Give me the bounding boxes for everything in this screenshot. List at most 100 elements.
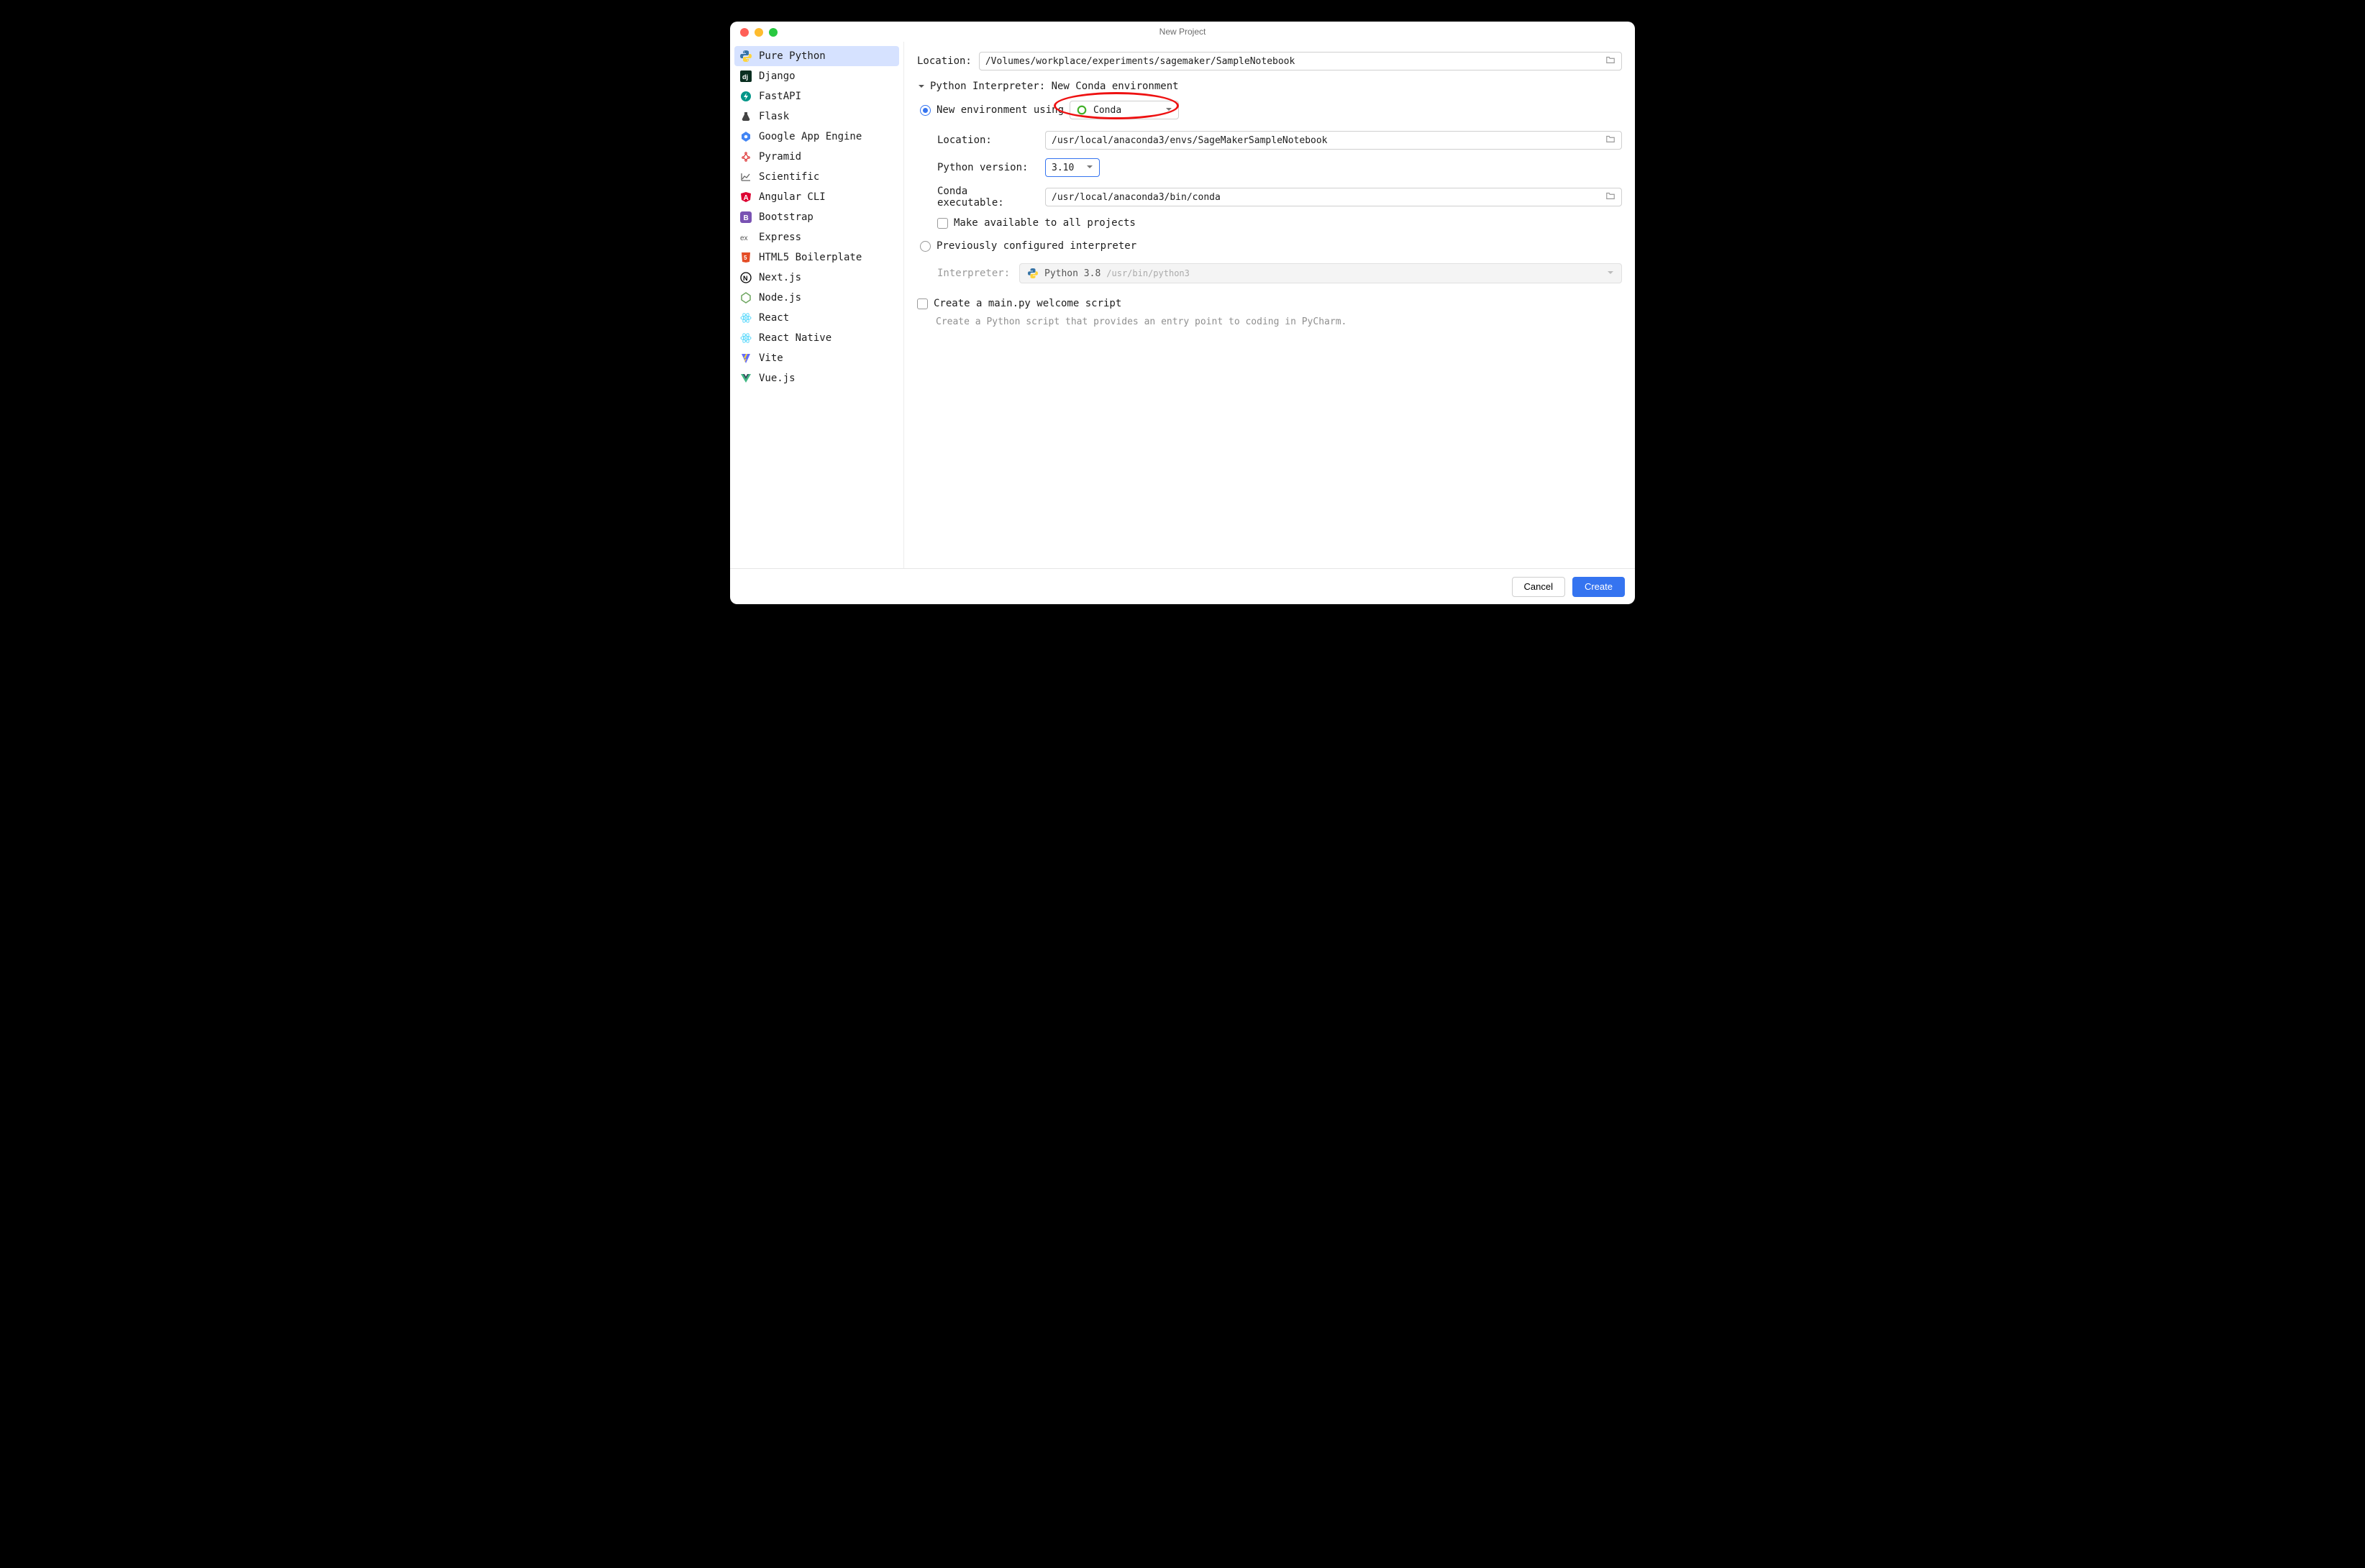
sidebar-item-flask[interactable]: Flask [734, 106, 899, 127]
dialog-title: New Project [730, 22, 1635, 42]
sidebar-item-label: Flask [759, 111, 789, 122]
create-label: Create [1585, 581, 1613, 592]
sidebar-item-react-native[interactable]: React Native [734, 328, 899, 348]
env-tool-value: Conda [1093, 105, 1121, 116]
sidebar-item-label: Scientific [759, 171, 819, 183]
interpreter-path: /usr/bin/python3 [1106, 268, 1190, 278]
interpreter-name: Python 3.8 [1044, 268, 1101, 279]
svg-text:B: B [744, 214, 749, 222]
sidebar-item-label: Express [759, 232, 801, 243]
dialog-footer: Cancel Create [730, 568, 1635, 604]
react-icon [740, 312, 752, 324]
window-controls [740, 28, 778, 37]
sidebar-item-vite[interactable]: Vite [734, 348, 899, 368]
vuejs-icon [740, 373, 752, 384]
svg-text:ex: ex [740, 234, 748, 242]
sidebar-item-react[interactable]: React [734, 308, 899, 328]
sidebar-item-pyramid[interactable]: Pyramid [734, 147, 899, 167]
flask-icon [740, 111, 752, 122]
form-panel: Location: /Volumes/workplace/experiments… [904, 42, 1635, 568]
sidebar-item-label: React Native [759, 332, 831, 344]
env-location-value: /usr/local/anaconda3/envs/SageMakerSampl… [1052, 135, 1328, 146]
sidebar-item-fastapi[interactable]: FastAPI [734, 86, 899, 106]
nextjs-icon: N [740, 272, 752, 283]
python-icon [1027, 268, 1039, 279]
radio-previously-configured[interactable] [920, 241, 931, 252]
create-button[interactable]: Create [1572, 577, 1625, 597]
sidebar-item-label: HTML5 Boilerplate [759, 252, 862, 263]
pyramid-icon [740, 151, 752, 163]
location-label: Location: [917, 55, 972, 67]
checkbox-create-main[interactable] [917, 298, 928, 309]
sidebar-item-pure-python[interactable]: Pure Python [734, 46, 899, 66]
svg-text:N: N [743, 275, 748, 282]
browse-folder-icon[interactable] [1605, 191, 1616, 204]
sidebar-item-scientific[interactable]: Scientific [734, 167, 899, 187]
prev-config-label: Previously configured interpreter [937, 240, 1136, 252]
create-main-label: Create a main.py welcome script [934, 298, 1121, 309]
sidebar-item-label: Node.js [759, 292, 801, 304]
dialog-body: Pure Python dj Django FastAPI Flask [730, 42, 1635, 568]
window-minimize-icon[interactable] [755, 28, 763, 37]
sidebar-item-label: Next.js [759, 272, 801, 283]
python-version-dropdown[interactable]: 3.10 [1045, 158, 1100, 177]
conda-icon [1076, 104, 1088, 116]
titlebar: New Project [730, 22, 1635, 42]
angular-icon: A [740, 191, 752, 203]
checkbox-make-available[interactable] [937, 218, 948, 229]
cancel-button[interactable]: Cancel [1512, 577, 1565, 597]
nodejs-icon [740, 292, 752, 304]
make-available-label: Make available to all projects [954, 217, 1136, 229]
py-version-value: 3.10 [1052, 163, 1074, 173]
vite-icon [740, 352, 752, 364]
google-app-engine-icon [740, 131, 752, 142]
bootstrap-icon: B [740, 211, 752, 223]
svg-text:5: 5 [744, 255, 747, 261]
browse-folder-icon[interactable] [1605, 134, 1616, 147]
env-location-label: Location: [937, 135, 1038, 146]
interpreter-section-header[interactable]: Python Interpreter: New Conda environmen… [917, 81, 1622, 92]
scientific-icon [740, 171, 752, 183]
interpreter-label: Interpreter: [937, 268, 1012, 279]
location-input[interactable]: /Volumes/workplace/experiments/sagemaker… [979, 52, 1622, 70]
fastapi-icon [740, 91, 752, 102]
sidebar-item-label: Pure Python [759, 50, 826, 62]
react-native-icon [740, 332, 752, 344]
env-tool-dropdown[interactable]: Conda [1070, 101, 1179, 119]
sidebar-item-vuejs[interactable]: Vue.js [734, 368, 899, 388]
sidebar-item-gae[interactable]: Google App Engine [734, 127, 899, 147]
location-value: /Volumes/workplace/experiments/sagemaker… [985, 56, 1295, 67]
chevron-down-icon [1086, 163, 1093, 173]
sidebar-item-label: React [759, 312, 789, 324]
html5-icon: 5 [740, 252, 752, 263]
sidebar-item-bootstrap[interactable]: B Bootstrap [734, 207, 899, 227]
sidebar-item-label: Django [759, 70, 796, 82]
conda-exec-label: Conda executable: [937, 186, 1038, 209]
interpreter-dropdown: Python 3.8 /usr/bin/python3 [1019, 263, 1622, 283]
radio-new-environment[interactable] [920, 105, 931, 116]
sidebar-item-nodejs[interactable]: Node.js [734, 288, 899, 308]
sidebar-item-django[interactable]: dj Django [734, 66, 899, 86]
svg-text:dj: dj [742, 73, 748, 81]
chevron-down-icon [1165, 105, 1172, 116]
sidebar-item-angular[interactable]: A Angular CLI [734, 187, 899, 207]
sidebar-item-label: Pyramid [759, 151, 801, 163]
sidebar-item-html5[interactable]: 5 HTML5 Boilerplate [734, 247, 899, 268]
python-icon [740, 50, 752, 62]
create-main-hint: Create a Python script that provides an … [936, 316, 1622, 327]
window-maximize-icon[interactable] [769, 28, 778, 37]
sidebar-item-label: Angular CLI [759, 191, 826, 203]
project-type-sidebar: Pure Python dj Django FastAPI Flask [730, 42, 904, 568]
chevron-down-icon [1607, 268, 1614, 279]
env-location-input[interactable]: /usr/local/anaconda3/envs/SageMakerSampl… [1045, 131, 1622, 150]
sidebar-item-label: Vite [759, 352, 783, 364]
window-close-icon[interactable] [740, 28, 749, 37]
new-env-label: New environment using [937, 104, 1064, 116]
sidebar-item-label: Bootstrap [759, 211, 814, 223]
browse-folder-icon[interactable] [1605, 55, 1616, 68]
cancel-label: Cancel [1524, 581, 1553, 592]
sidebar-item-express[interactable]: ex Express [734, 227, 899, 247]
sidebar-item-nextjs[interactable]: N Next.js [734, 268, 899, 288]
express-icon: ex [740, 232, 752, 243]
conda-exec-input[interactable]: /usr/local/anaconda3/bin/conda [1045, 188, 1622, 206]
